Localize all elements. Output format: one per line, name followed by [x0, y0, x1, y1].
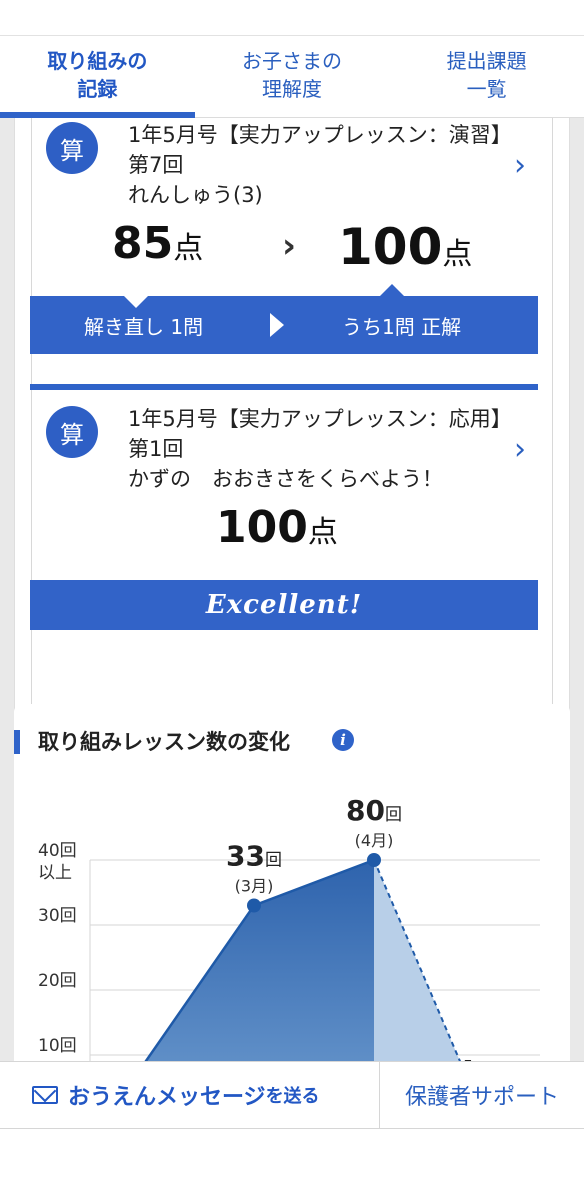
bottom-action-bar: おうえんメッセージ を送る 保護者サポート [0, 1061, 584, 1129]
data-period-label: (3月) [235, 877, 274, 896]
record-title: 1年5月号【実力アップレッスン：応用】第1回 かずの おおきさをくらべよう！ [128, 407, 502, 491]
tab-submissions[interactable]: 提出課題 一覧 [389, 36, 584, 117]
tab-understanding[interactable]: お子さまの 理解度 [195, 36, 390, 117]
retry-result-bar: 解き直し 1問 うち1問 正解 [30, 284, 538, 354]
info-icon[interactable]: i [332, 729, 354, 751]
y-tick-label: 30回 [38, 906, 77, 926]
cheer-message-suffix: を送る [265, 1086, 320, 1107]
tab-bar: 取り組みの 記録 お子さまの 理解度 提出課題 一覧 [0, 36, 584, 118]
y-tick-label: 10回 [38, 1036, 77, 1056]
guardian-support-button[interactable]: 保護者サポート [380, 1062, 584, 1128]
chevron-right-icon[interactable]: › [514, 432, 526, 467]
area-fill-projected [374, 860, 460, 1061]
data-point [247, 898, 261, 913]
chart-title: 取り組みレッスン数の変化 [38, 730, 290, 754]
record-title: 1年5月号【実力アップレッスン：演習】第7回 れんしゅう(3) [128, 123, 502, 207]
subject-badge: 算 [46, 406, 98, 458]
score: 100点 [216, 502, 338, 553]
data-value-label: 80回 [346, 794, 402, 827]
play-arrow-icon [270, 313, 284, 337]
record-divider [30, 384, 538, 390]
correct-count: うち1問 正解 [342, 314, 462, 339]
status-strip [0, 0, 584, 36]
y-tick-label: 20回 [38, 971, 77, 991]
chevron-right-icon[interactable]: › [514, 148, 526, 183]
send-cheer-message-button[interactable]: おうえんメッセージ を送る [0, 1062, 380, 1128]
lesson-count-chart: 40回以上30回20回10回2回33回(3月)80回(4月)4回 [38, 794, 540, 1061]
arrow-right-icon: › [282, 226, 297, 266]
score-row: 85点 › 100点 [30, 218, 538, 278]
data-value-label: 33回 [226, 840, 282, 873]
record-item[interactable]: 算 1年5月号【実力アップレッスン：応用】第1回 かずの おおきさをくらべよう！… [30, 398, 538, 630]
y-tick-label: 40回 [38, 841, 77, 861]
excellent-banner: Excellent! [30, 580, 538, 630]
data-period-label: (4月) [355, 831, 394, 850]
tab-records[interactable]: 取り組みの 記録 [0, 36, 195, 118]
notch [380, 284, 404, 296]
score-after: 100点 [338, 218, 473, 276]
data-point [367, 853, 381, 867]
notch [124, 296, 148, 308]
section-accent-bar [14, 730, 20, 754]
lesson-count-chart-card: 取り組みレッスン数の変化 i 40回以上30回20回10回2回33回(3月)80… [14, 704, 570, 1061]
content-scroll-area[interactable]: 算 1年5月号【実力アップレッスン：演習】第7回 れんしゅう(3) › 85点 … [0, 118, 584, 1061]
excellent-label: Excellent! [205, 590, 363, 620]
subject-badge: 算 [46, 122, 98, 174]
record-item[interactable]: 算 1年5月号【実力アップレッスン：演習】第7回 れんしゅう(3) › 85点 … [30, 118, 538, 358]
retry-count: 解き直し 1問 [84, 314, 204, 339]
y-tick-label: 以上 [38, 863, 72, 883]
score-before: 85点 [112, 218, 204, 269]
cheer-message-label: おうえんメッセージ [68, 1085, 266, 1110]
mail-icon [32, 1086, 58, 1104]
